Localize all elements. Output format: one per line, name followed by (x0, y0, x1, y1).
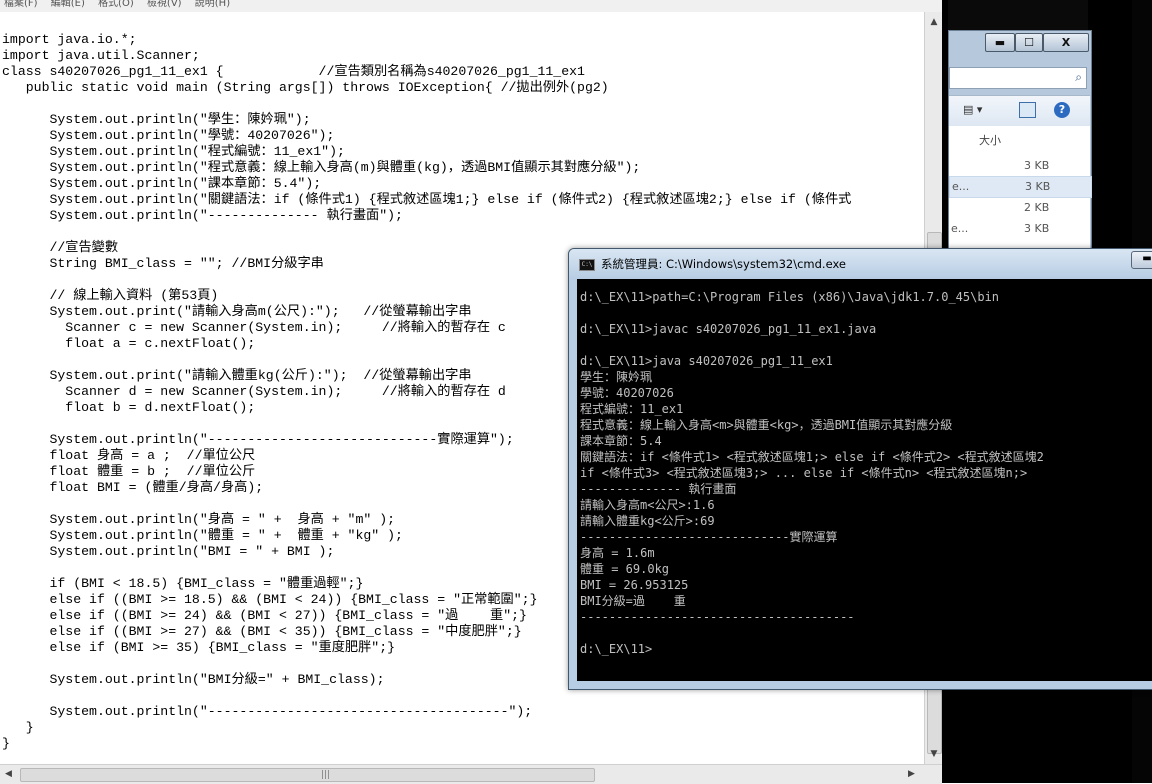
file-row[interactable]: 2 KB (949, 198, 1090, 218)
menu-edit[interactable]: 編輯(E) (51, 0, 85, 9)
cmd-window: C:\ 系統管理員: C:\Windows\system32\cmd.exe ▬… (568, 248, 1152, 690)
scroll-up-arrow-icon[interactable]: ▲ (928, 16, 940, 28)
file-row[interactable]: e... 3 KB (949, 176, 1092, 198)
preview-pane-icon[interactable] (1019, 102, 1036, 118)
cmd-titlebar[interactable]: C:\ 系統管理員: C:\Windows\system32\cmd.exe ▬ (569, 249, 1152, 279)
file-row[interactable]: 3 KB (949, 156, 1090, 176)
search-icon[interactable]: ⌕ (1075, 70, 1082, 85)
scroll-left-arrow-icon[interactable]: ◀ (5, 769, 12, 779)
file-size: 3 KB (1024, 222, 1050, 235)
close-icon[interactable]: X (1043, 33, 1089, 52)
minimize-icon[interactable]: ▬ (1131, 251, 1152, 269)
file-name: e... (951, 222, 969, 235)
explorer-toolbar: ▤ ▾ ? (949, 95, 1090, 126)
file-list: 大小 3 KB e... 3 KB 2 KB e... 3 KB (949, 126, 1092, 261)
menu-help[interactable]: 說明(H) (195, 0, 230, 9)
explorer-window: ▬ ☐ X ⌕ ▤ ▾ ? 大小 3 KB e... 3 KB 2 KB e..… (948, 30, 1092, 262)
view-options-icon[interactable]: ▤ ▾ (963, 103, 982, 116)
grip-icon: ||| (321, 770, 331, 780)
window-controls: ▬ ☐ X (985, 33, 1089, 52)
minimize-icon[interactable]: ▬ (985, 33, 1015, 52)
file-row[interactable]: e... 3 KB (949, 219, 1090, 239)
console-output: d:\_EX\11>path=C:\Program Files (x86)\Ja… (580, 290, 1044, 656)
scroll-down-arrow-icon[interactable]: ▼ (928, 748, 940, 760)
maximize-icon[interactable]: ☐ (1015, 33, 1043, 52)
scroll-right-arrow-icon[interactable]: ▶ (908, 769, 915, 779)
size-column-header[interactable]: 大小 (979, 132, 1001, 148)
menu-format[interactable]: 格式(O) (98, 0, 134, 9)
search-box[interactable]: ⌕ (949, 67, 1087, 89)
menu-file[interactable]: 檔案(F) (4, 0, 38, 9)
cmd-title: 系統管理員: C:\Windows\system32\cmd.exe (601, 257, 846, 271)
desktop-strip (948, 0, 1088, 30)
menu-view[interactable]: 檢視(V) (147, 0, 182, 9)
horizontal-scroll-thumb[interactable]: ||| (20, 768, 595, 782)
file-size: 3 KB (1025, 180, 1051, 193)
file-size: 3 KB (1024, 159, 1050, 172)
editor-horizontal-scrollbar[interactable]: ◀ ||| ▶ (0, 764, 942, 784)
file-size: 2 KB (1024, 201, 1050, 214)
console-area[interactable]: d:\_EX\11>path=C:\Program Files (x86)\Ja… (577, 279, 1152, 681)
cmd-icon[interactable]: C:\ (579, 259, 595, 271)
file-name: e... (952, 180, 970, 193)
help-icon[interactable]: ? (1054, 102, 1070, 118)
